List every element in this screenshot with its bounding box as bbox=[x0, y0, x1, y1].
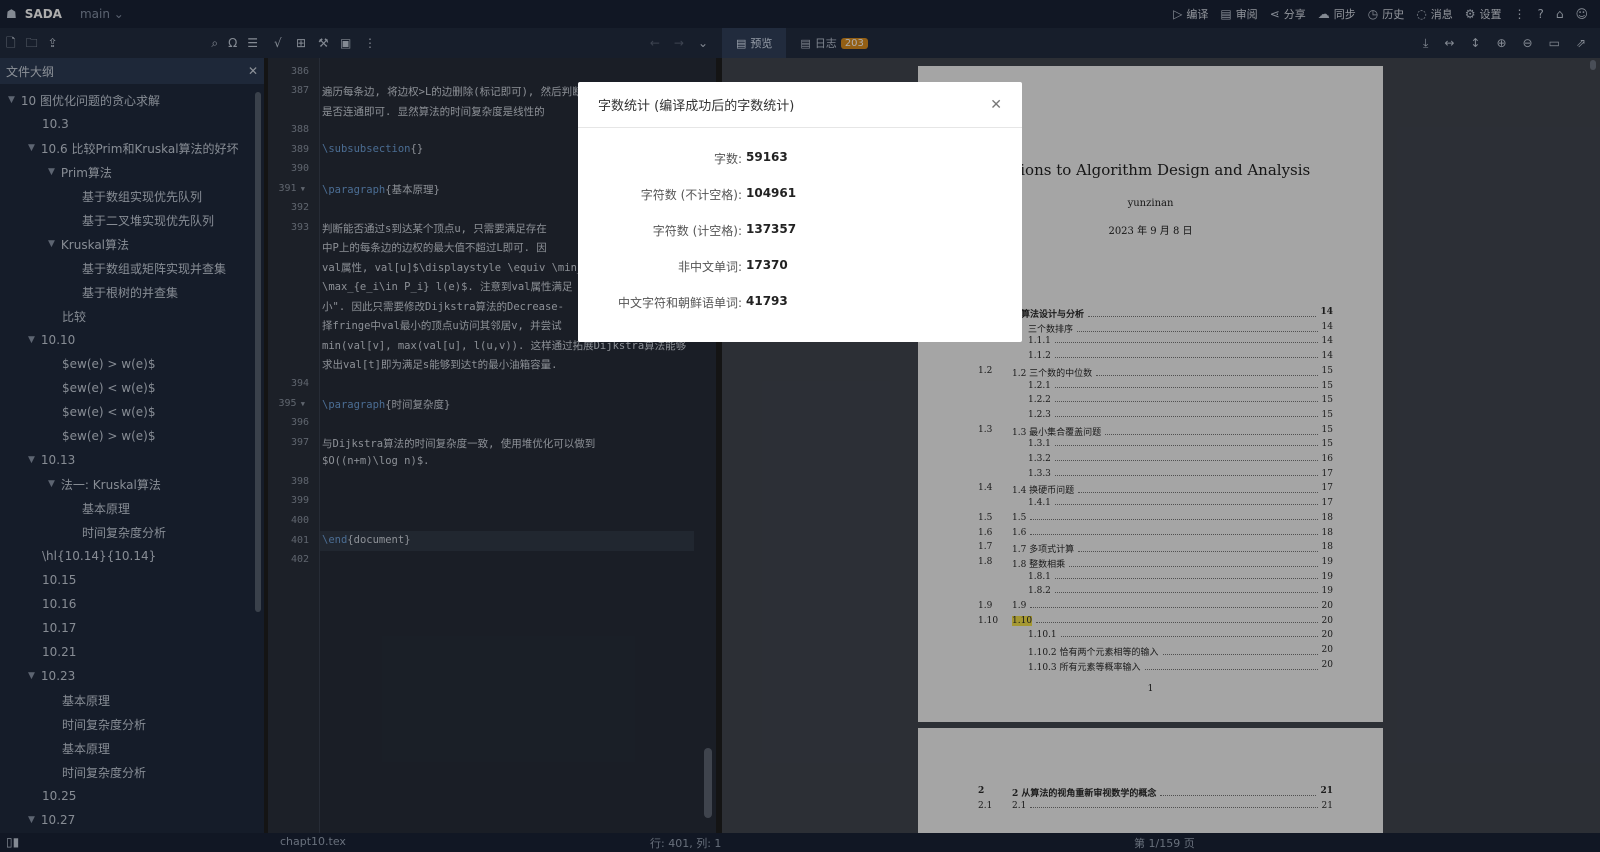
stat-value: 59163 bbox=[746, 150, 788, 164]
stat-label: 中文字符和朝鲜语单词: bbox=[617, 296, 742, 310]
stat-row: 字数: 59163 bbox=[578, 150, 1022, 167]
stat-row: 中文字符和朝鲜语单词: 41793 bbox=[578, 294, 1022, 311]
stat-row: 非中文单词: 17370 bbox=[578, 258, 1022, 275]
stat-label: 字数: bbox=[713, 152, 742, 166]
dialog-header: 字数统计 (编译成功后的字数统计) ✕ bbox=[578, 82, 1022, 128]
stat-row: 字符数 (不计空格): 104961 bbox=[578, 186, 1022, 203]
stat-value: 104961 bbox=[746, 186, 797, 200]
stat-value: 17370 bbox=[746, 258, 788, 272]
dialog-title: 字数统计 (编译成功后的字数统计) bbox=[598, 99, 795, 114]
stat-label: 非中文单词: bbox=[677, 260, 742, 274]
stat-label: 字符数 (不计空格): bbox=[640, 188, 742, 202]
close-icon[interactable]: ✕ bbox=[990, 97, 1002, 113]
stat-label: 字符数 (计空格): bbox=[652, 224, 742, 238]
word-count-dialog: 字数统计 (编译成功后的字数统计) ✕ 字数: 59163 字符数 (不计空格):… bbox=[578, 82, 1022, 342]
stat-value: 137357 bbox=[746, 222, 797, 236]
stat-row: 字符数 (计空格): 137357 bbox=[578, 222, 1022, 239]
stat-value: 41793 bbox=[746, 294, 788, 308]
